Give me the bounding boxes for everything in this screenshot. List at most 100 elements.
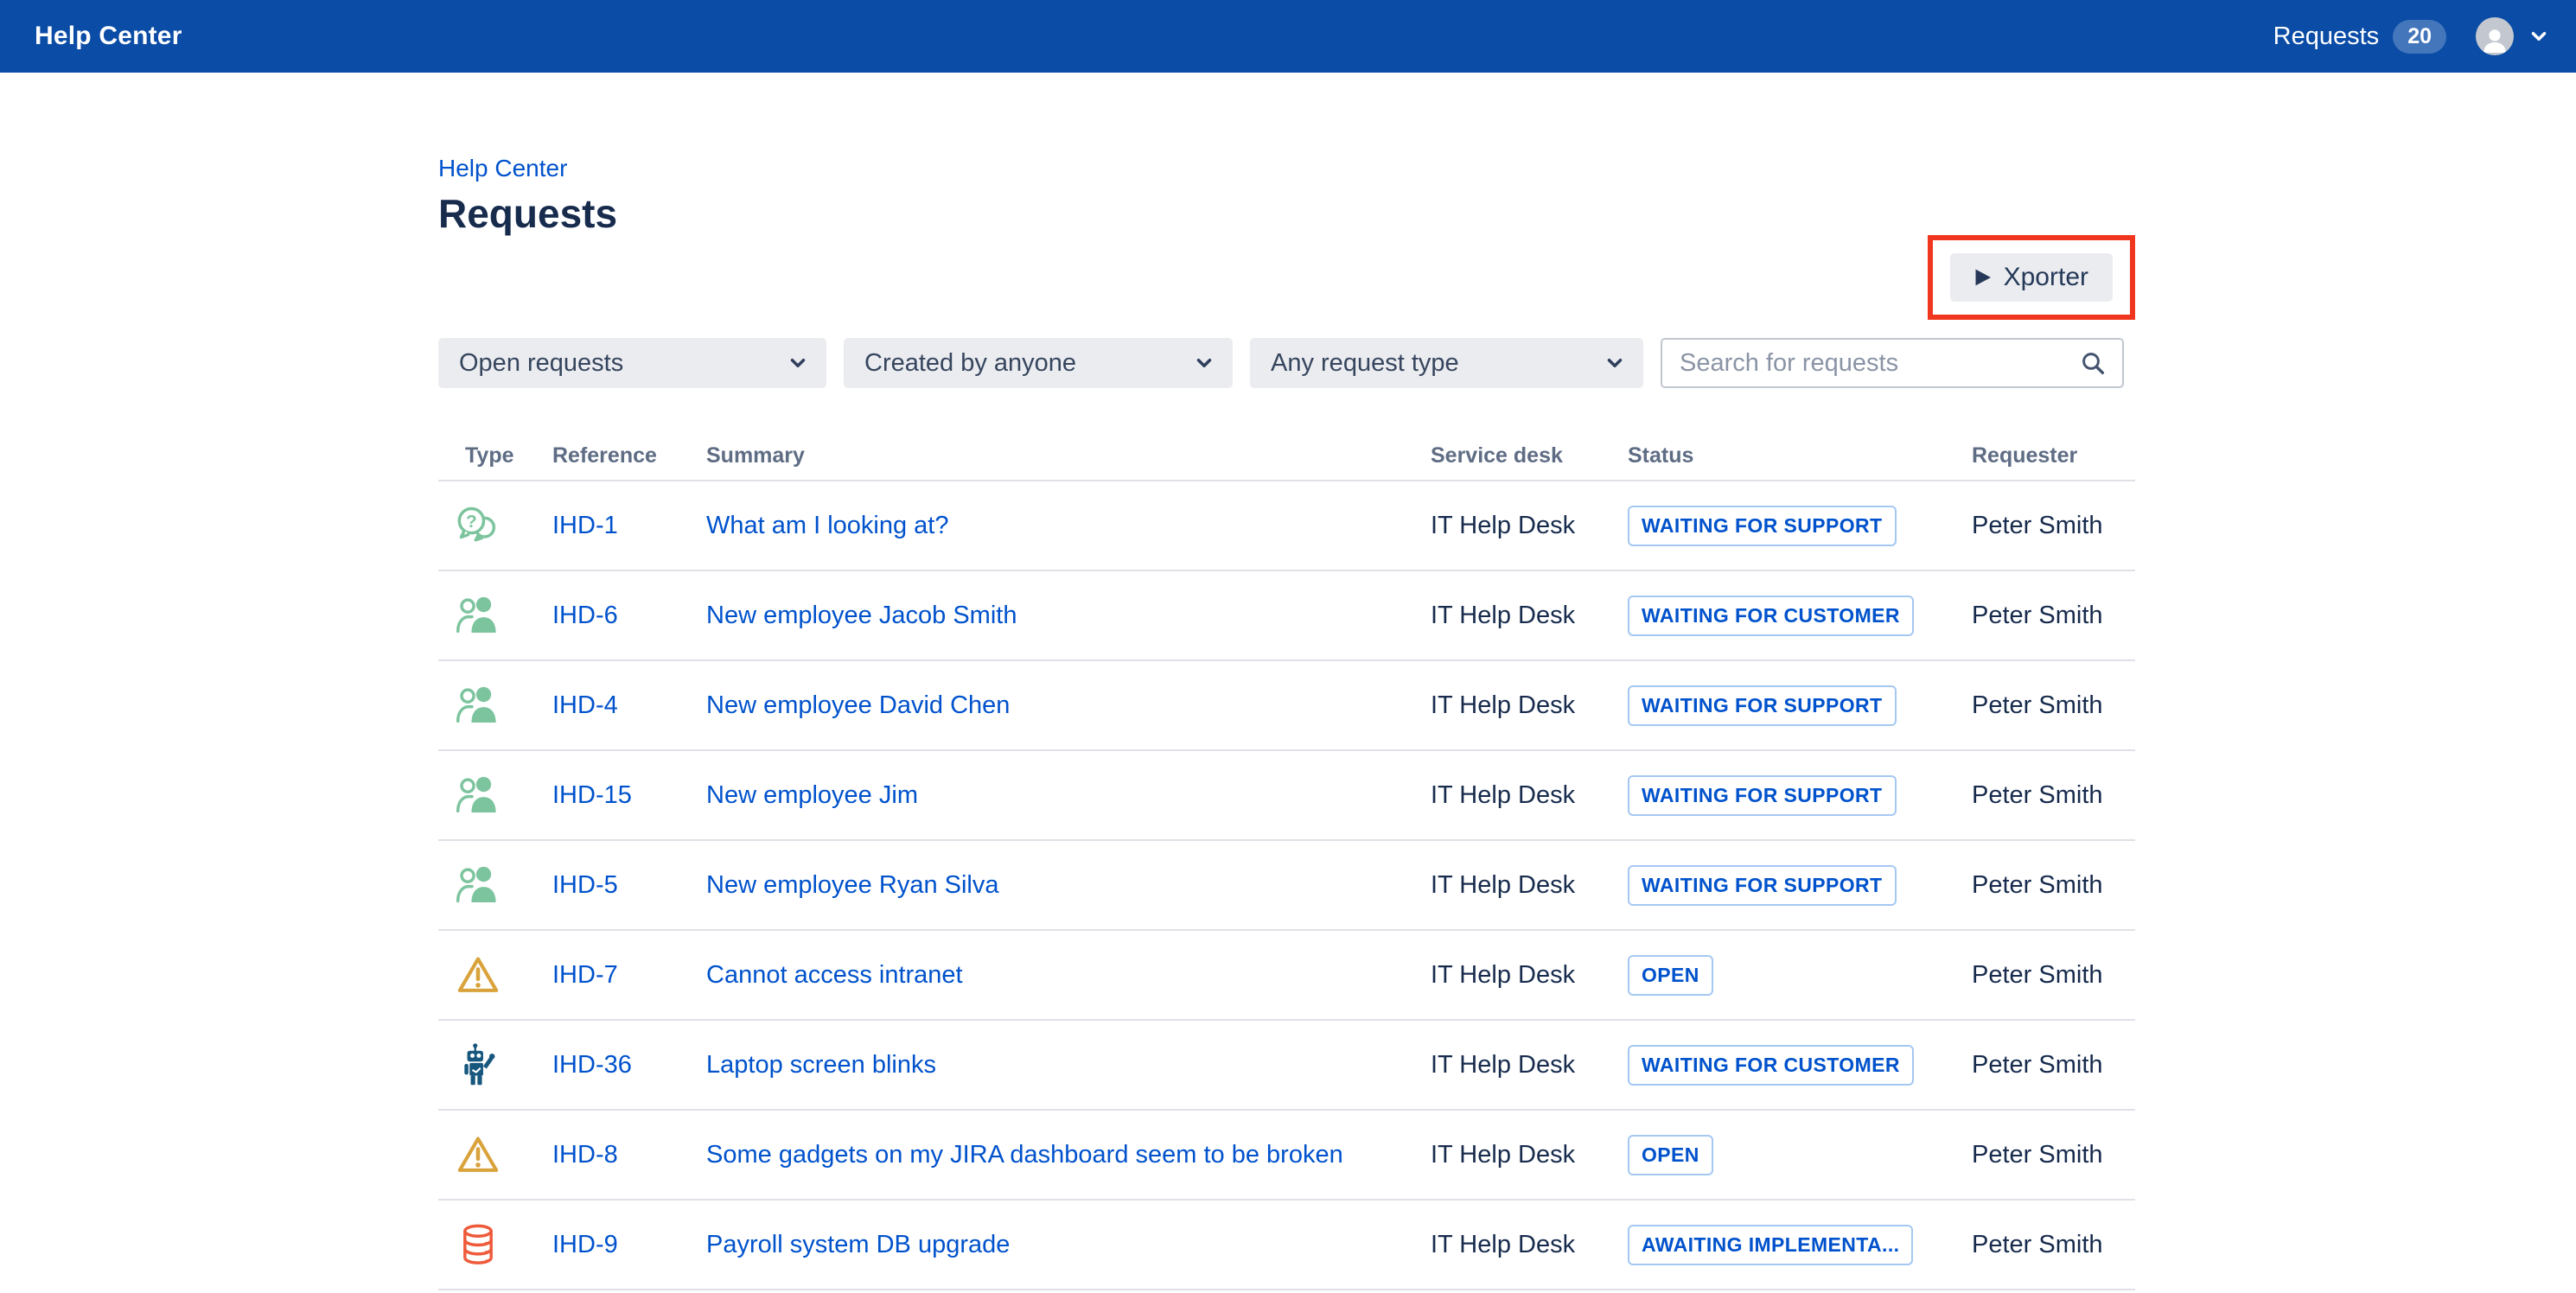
status-badge: OPEN	[1628, 1135, 1713, 1175]
reference-link[interactable]: IHD-15	[552, 781, 632, 809]
service-desk-value: IT Help Desk	[1431, 781, 1628, 810]
request-type-cell	[438, 1222, 552, 1267]
column-header-service-desk: Service desk	[1431, 443, 1628, 468]
warning-triangle-icon	[456, 952, 501, 997]
table-row: IHD-6 New employee Jacob Smith IT Help D…	[438, 571, 2135, 661]
chevron-down-icon	[787, 352, 809, 374]
reference-link[interactable]: IHD-9	[552, 1231, 618, 1258]
chevron-down-icon	[1604, 352, 1626, 374]
filters-bar: Open requests Created by anyone Any requ…	[438, 338, 2135, 388]
service-desk-value: IT Help Desk	[1431, 512, 1628, 540]
status-badge: OPEN	[1628, 955, 1713, 996]
status-badge: WAITING FOR SUPPORT	[1628, 775, 1897, 816]
status-badge: AWAITING IMPLEMENTA...	[1628, 1225, 1913, 1265]
table-header-row: Type Reference Summary Service desk Stat…	[438, 443, 2135, 481]
requester-value: Peter Smith	[1972, 871, 2135, 900]
reference-link[interactable]: IHD-5	[552, 871, 618, 899]
service-desk-value: IT Help Desk	[1431, 961, 1628, 990]
column-header-type: Type	[438, 443, 552, 468]
reference-link[interactable]: IHD-7	[552, 961, 618, 989]
xporter-button[interactable]: Xporter	[1950, 253, 2113, 302]
table-row: IHD-1 What am I looking at? IT Help Desk…	[438, 481, 2135, 571]
chevron-down-icon	[2528, 25, 2550, 48]
main-content: Help Center Requests Xporter Open reques…	[438, 73, 2135, 1290]
table-row: IHD-5 New employee Ryan Silva IT Help De…	[438, 841, 2135, 931]
requester-value: Peter Smith	[1972, 781, 2135, 810]
page-title: Requests	[438, 192, 2135, 235]
warning-triangle-icon	[456, 1132, 501, 1177]
status-filter-value: Open requests	[459, 349, 623, 378]
requester-value: Peter Smith	[1972, 691, 2135, 720]
search-box	[1661, 338, 2124, 388]
new-employee-icon	[456, 773, 501, 818]
xporter-row: Xporter	[438, 235, 2135, 320]
breadcrumb-help-center[interactable]: Help Center	[438, 154, 2135, 183]
reference-link[interactable]: IHD-36	[552, 1051, 632, 1079]
play-icon	[1969, 264, 1995, 290]
column-header-reference: Reference	[552, 443, 706, 468]
creator-filter-value: Created by anyone	[864, 349, 1076, 378]
table-row: IHD-15 New employee Jim IT Help Desk WAI…	[438, 751, 2135, 841]
requests-table: Type Reference Summary Service desk Stat…	[438, 443, 2135, 1290]
requester-value: Peter Smith	[1972, 1051, 2135, 1080]
column-header-summary: Summary	[706, 443, 1431, 468]
question-bubbles-icon	[456, 503, 501, 548]
new-employee-icon	[456, 683, 501, 728]
table-row: IHD-9 Payroll system DB upgrade IT Help …	[438, 1201, 2135, 1290]
request-type-cell	[438, 1042, 552, 1087]
table-row: IHD-4 New employee David Chen IT Help De…	[438, 661, 2135, 751]
chevron-down-icon	[1193, 352, 1215, 374]
topbar: Help Center Requests 20	[0, 0, 2576, 73]
request-type-cell	[438, 863, 552, 908]
summary-link[interactable]: New employee Jim	[706, 781, 944, 810]
service-desk-value: IT Help Desk	[1431, 602, 1628, 630]
reference-link[interactable]: IHD-6	[552, 602, 618, 629]
summary-link[interactable]: Laptop screen blinks	[706, 1051, 962, 1080]
column-header-status: Status	[1628, 443, 1972, 468]
brand-help-center[interactable]: Help Center	[35, 22, 182, 51]
status-badge: WAITING FOR CUSTOMER	[1628, 596, 1914, 636]
nav-requests[interactable]: Requests 20	[2273, 20, 2446, 54]
summary-link[interactable]: New employee Jacob Smith	[706, 602, 1043, 630]
nav-requests-label: Requests	[2273, 22, 2380, 51]
reference-link[interactable]: IHD-4	[552, 691, 618, 719]
creator-filter-dropdown[interactable]: Created by anyone	[844, 338, 1233, 388]
requests-count-badge: 20	[2393, 20, 2446, 54]
service-desk-value: IT Help Desk	[1431, 1231, 1628, 1259]
status-badge: WAITING FOR SUPPORT	[1628, 506, 1897, 546]
summary-link[interactable]: New employee Ryan Silva	[706, 871, 1024, 900]
profile-menu[interactable]	[2476, 17, 2550, 55]
request-type-filter-dropdown[interactable]: Any request type	[1250, 338, 1643, 388]
new-employee-icon	[456, 593, 501, 638]
status-filter-dropdown[interactable]: Open requests	[438, 338, 826, 388]
table-body: IHD-1 What am I looking at? IT Help Desk…	[438, 481, 2135, 1290]
status-badge: WAITING FOR SUPPORT	[1628, 865, 1897, 906]
summary-link[interactable]: What am I looking at?	[706, 512, 974, 540]
requester-value: Peter Smith	[1972, 961, 2135, 990]
database-icon	[456, 1222, 501, 1267]
reference-link[interactable]: IHD-8	[552, 1141, 618, 1169]
summary-link[interactable]: Cannot access intranet	[706, 961, 989, 990]
topbar-right: Requests 20	[2273, 17, 2550, 55]
requester-value: Peter Smith	[1972, 1231, 2135, 1259]
search-input[interactable]	[1680, 349, 2079, 378]
service-desk-value: IT Help Desk	[1431, 1141, 1628, 1169]
service-desk-value: IT Help Desk	[1431, 1051, 1628, 1080]
new-employee-icon	[456, 863, 501, 908]
request-type-cell	[438, 773, 552, 818]
service-desk-value: IT Help Desk	[1431, 871, 1628, 900]
user-avatar-icon[interactable]	[2476, 17, 2514, 55]
table-row: IHD-7 Cannot access intranet IT Help Des…	[438, 931, 2135, 1021]
request-type-cell	[438, 683, 552, 728]
search-icon[interactable]	[2079, 349, 2107, 377]
requester-value: Peter Smith	[1972, 512, 2135, 540]
request-type-cell	[438, 593, 552, 638]
summary-link[interactable]: New employee David Chen	[706, 691, 1036, 720]
column-header-requester: Requester	[1972, 443, 2135, 468]
reference-link[interactable]: IHD-1	[552, 512, 618, 539]
summary-link[interactable]: Payroll system DB upgrade	[706, 1231, 1036, 1259]
request-type-cell	[438, 1132, 552, 1177]
summary-link[interactable]: Some gadgets on my JIRA dashboard seem t…	[706, 1141, 1369, 1169]
table-row: IHD-8 Some gadgets on my JIRA dashboard …	[438, 1111, 2135, 1201]
status-badge: WAITING FOR CUSTOMER	[1628, 1045, 1914, 1086]
